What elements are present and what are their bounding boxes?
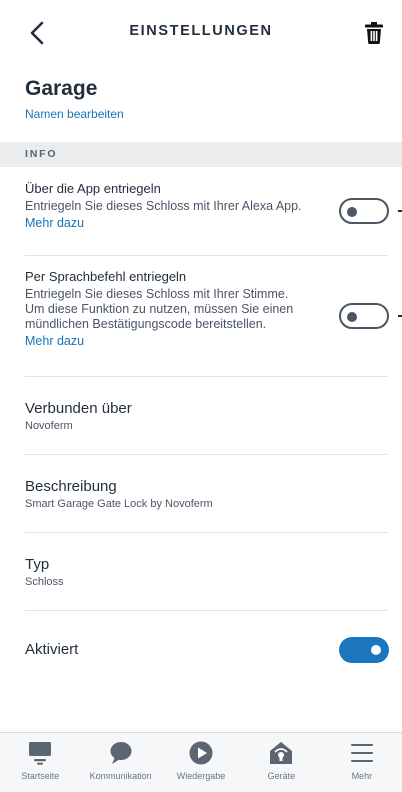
nav-item-more[interactable]: Mehr <box>322 733 402 792</box>
nav-label: Wiedergabe <box>176 771 226 781</box>
nav-label: Geräte <box>267 771 296 781</box>
divider <box>25 255 388 256</box>
delete-button[interactable] <box>360 18 388 48</box>
connected-via-row: Verbunden über Novoferm <box>25 399 402 432</box>
toggle-edge-mark <box>398 315 402 317</box>
app-unlock-title: Über die App entriegeln <box>25 181 161 196</box>
menu-icon <box>349 741 375 765</box>
type-value: Schloss <box>25 576 64 588</box>
nav-item-communication[interactable]: Kommunikation <box>80 733 160 792</box>
home-icon <box>27 741 53 765</box>
nav-label: Mehr <box>351 771 373 781</box>
page-title: EINSTELLUNGEN <box>129 23 273 39</box>
toggle-knob <box>347 207 357 217</box>
voice-unlock-more-link[interactable]: Mehr dazu <box>25 334 84 349</box>
app-unlock-toggle[interactable] <box>339 198 389 224</box>
divider <box>25 376 388 377</box>
voice-unlock-toggle[interactable] <box>339 303 389 329</box>
enabled-toggle[interactable] <box>339 637 389 663</box>
description-value: Smart Garage Gate Lock by Novoferm <box>25 498 213 510</box>
header: EINSTELLUNGEN <box>0 0 402 64</box>
divider <box>25 532 388 533</box>
device-name: Garage <box>25 77 98 100</box>
connected-via-value: Novoferm <box>25 420 73 432</box>
chat-bubble-icon <box>108 741 134 765</box>
description-row: Beschreibung Smart Garage Gate Lock by N… <box>25 477 402 510</box>
nav-item-home[interactable]: Startseite <box>0 733 80 792</box>
toggle-knob <box>347 312 357 322</box>
trash-icon <box>365 22 383 44</box>
nav-label: Startseite <box>21 771 60 781</box>
edit-name-link[interactable]: Namen bearbeiten <box>25 107 124 121</box>
description-title: Beschreibung <box>25 478 117 495</box>
divider <box>25 610 388 611</box>
toggle-knob <box>371 645 381 655</box>
smart-home-icon <box>268 741 294 765</box>
divider <box>25 454 388 455</box>
type-row: Typ Schloss <box>25 555 402 588</box>
voice-unlock-title: Per Sprachbefehl entriegeln <box>25 269 187 284</box>
nav-label: Kommunikation <box>89 771 152 781</box>
type-title: Typ <box>25 556 50 573</box>
section-title: INFO <box>25 148 58 160</box>
section-header: INFO <box>0 142 402 167</box>
nav-item-devices[interactable]: Geräte <box>241 733 321 792</box>
toggle-edge-mark <box>398 210 402 212</box>
play-icon <box>188 741 214 765</box>
bottom-navigation: Startseite Kommunikation Wiedergabe Gerä… <box>0 732 402 792</box>
nav-item-playback[interactable]: Wiedergabe <box>161 733 241 792</box>
voice-unlock-desc-line: Entriegeln Sie dieses Schloss mit Ihrer … <box>25 287 289 301</box>
app-unlock-more-link[interactable]: Mehr dazu <box>25 216 84 231</box>
connected-via-title: Verbunden über <box>25 400 132 417</box>
